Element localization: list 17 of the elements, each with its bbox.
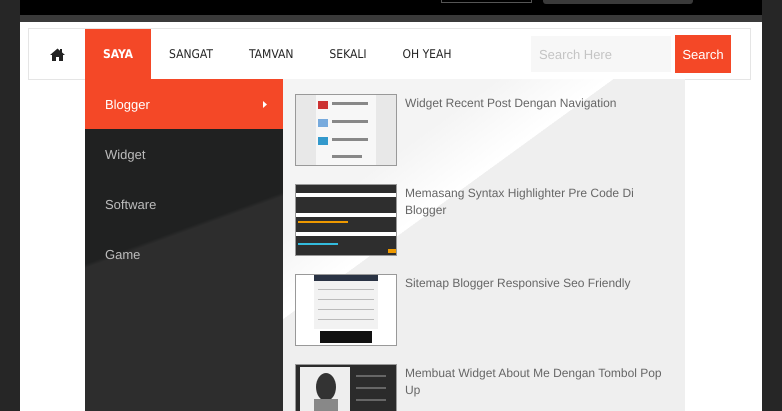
top-field[interactable] bbox=[543, 0, 693, 4]
post-title-link[interactable]: Widget Recent Post Dengan Navigation bbox=[405, 95, 675, 112]
post-title-link[interactable]: Sitemap Blogger Responsive Seo Friendly bbox=[405, 275, 675, 292]
category-item[interactable]: Game bbox=[85, 229, 283, 279]
nav-tab[interactable]: TAMVAN bbox=[230, 29, 312, 79]
nav-tab[interactable]: OH YEAH bbox=[384, 29, 470, 79]
home-icon bbox=[50, 48, 64, 60]
nav-tab[interactable]: SANGAT bbox=[151, 29, 231, 79]
post-title-link[interactable]: Membuat Widget About Me Dengan Tombol Pop Up bbox=[405, 365, 675, 399]
top-field[interactable] bbox=[441, 0, 532, 3]
search-button[interactable]: Search bbox=[675, 35, 731, 73]
category-item[interactable]: Blogger bbox=[85, 79, 283, 129]
nav-tab[interactable]: SEKALI bbox=[311, 29, 385, 79]
post-title-link[interactable]: Memasang Syntax Highlighter Pre Code Di Blogger bbox=[405, 185, 675, 219]
category-item[interactable]: Widget bbox=[85, 129, 283, 179]
category-item[interactable]: Software bbox=[85, 179, 283, 229]
nav-tab[interactable]: SAYA bbox=[85, 29, 152, 79]
